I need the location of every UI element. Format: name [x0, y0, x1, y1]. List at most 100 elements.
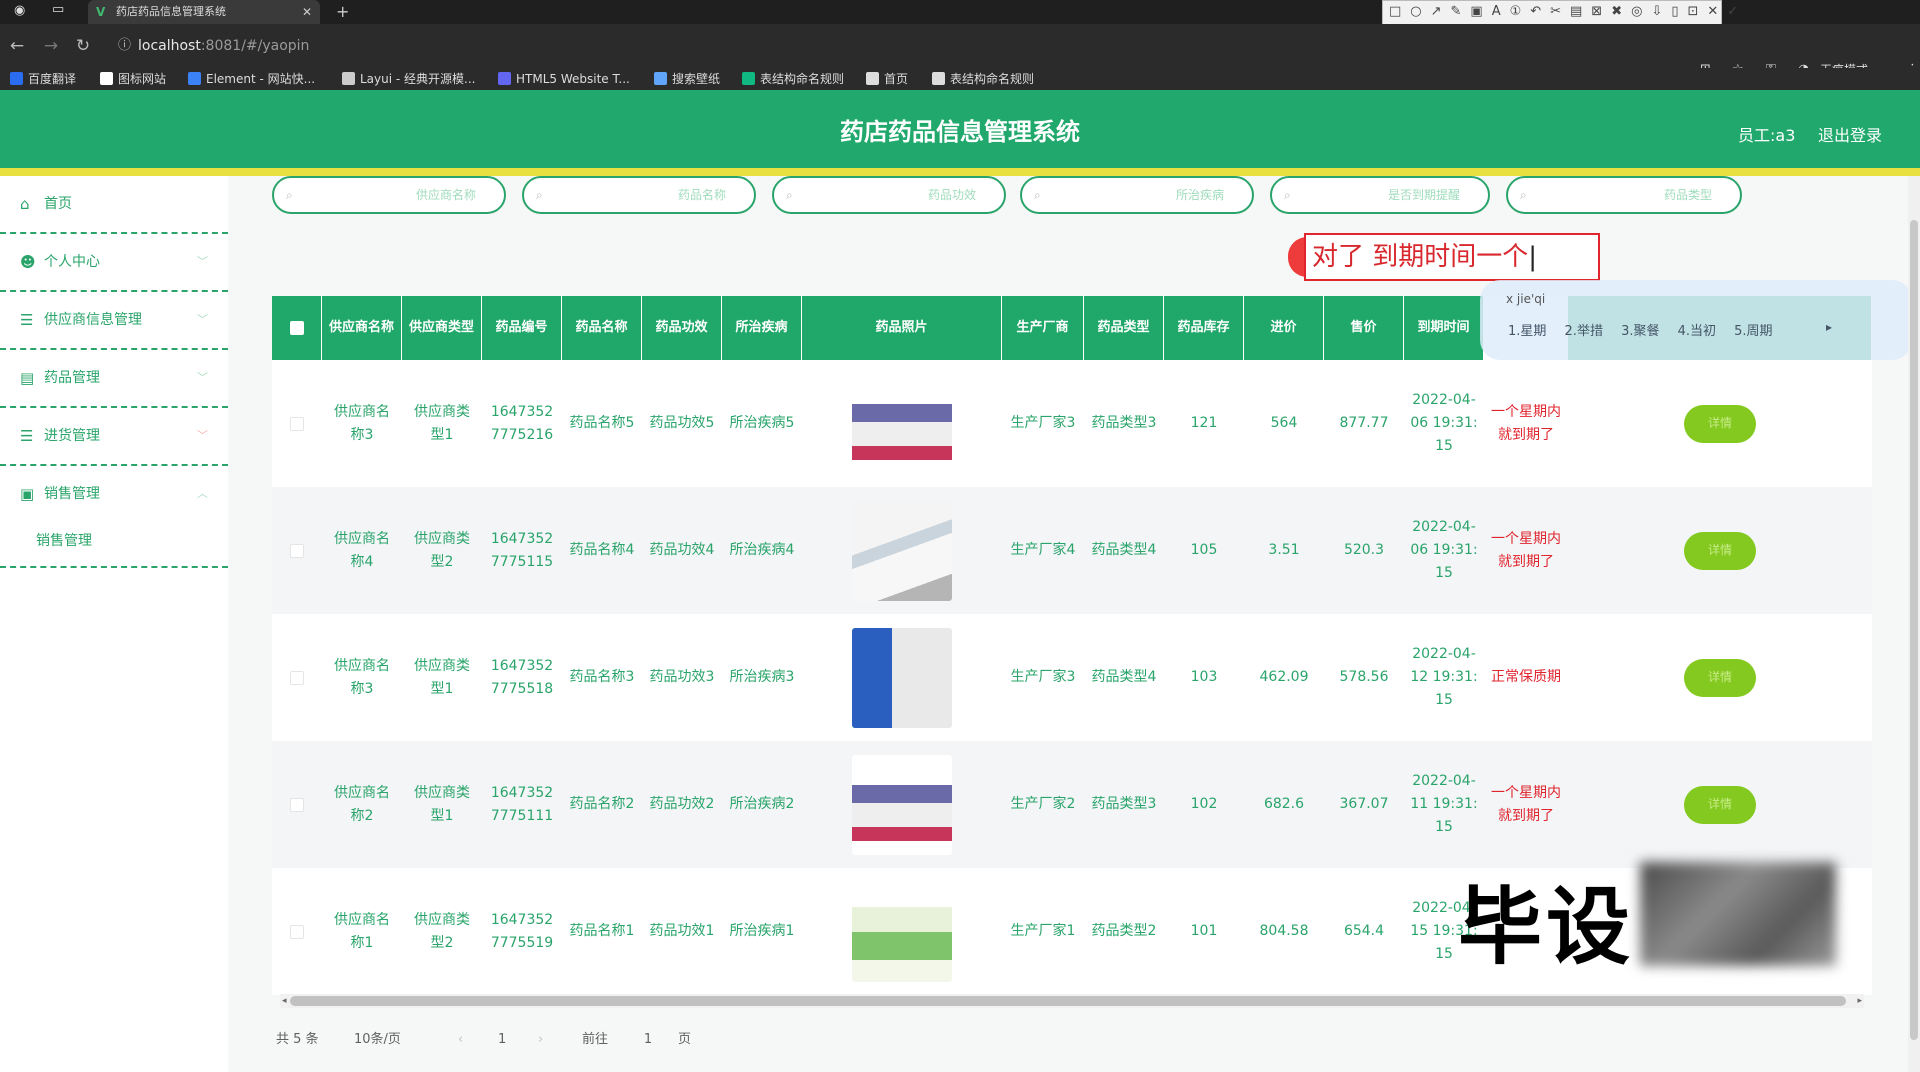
- header-select-all[interactable]: [272, 296, 322, 360]
- page-vertical-scrollbar[interactable]: [1908, 176, 1920, 1072]
- detail-button[interactable]: 详情: [1684, 531, 1756, 570]
- row-checkbox-cell[interactable]: [272, 741, 322, 868]
- drug-photo-cell: [802, 614, 1002, 741]
- tab-title: 药店药品信息管理系统: [116, 5, 226, 18]
- row-checkbox-cell[interactable]: [272, 360, 322, 487]
- drug-photo[interactable]: [852, 754, 952, 855]
- bookmark-item[interactable]: 百度翻译: [10, 68, 76, 90]
- column-header: 售价: [1324, 296, 1404, 360]
- row-checkbox[interactable]: [290, 924, 304, 939]
- detail-button[interactable]: 详情: [1684, 404, 1756, 443]
- page-number[interactable]: 1: [498, 1028, 506, 1052]
- site-info-icon[interactable]: ⓘ: [118, 32, 131, 60]
- close-tab-icon[interactable]: ✕: [302, 0, 312, 24]
- cell-code: 16473527775115: [482, 487, 562, 614]
- drug-photo[interactable]: [852, 881, 952, 982]
- page-size-select[interactable]: 10条/页: [354, 1028, 401, 1052]
- sidebar-item-drugs[interactable]: ▤ 药品管理 ﹀: [0, 350, 228, 408]
- address-bar[interactable]: ⓘ localhost:8081/#/yaopin: [110, 32, 1380, 60]
- search-drug-effect[interactable]: ⌕ 药品功效: [772, 176, 1006, 214]
- total-count: 共 5 条: [276, 1032, 319, 1047]
- browser-menu-icon[interactable]: ◉: [14, 3, 25, 18]
- cell-code: 16473527775518: [482, 614, 562, 741]
- bookmark-item[interactable]: HTML5 Website T...: [498, 68, 630, 90]
- forward-icon[interactable]: →: [40, 34, 62, 58]
- cell-name: 药品名称4: [562, 487, 642, 614]
- watermark-text: 毕设: [1458, 878, 1635, 976]
- sidebar-item-profile[interactable]: ☻ 个人中心 ﹀: [0, 234, 228, 292]
- reload-icon[interactable]: ↻: [72, 34, 94, 58]
- bookmark-item[interactable]: 图标网站: [100, 68, 166, 90]
- cell-effect: 药品功效5: [642, 360, 722, 487]
- drug-photo[interactable]: [852, 373, 952, 474]
- cell-effect: 药品功效1: [642, 868, 722, 995]
- drug-photo-cell: [802, 741, 1002, 868]
- sidebar-item-label: 药品管理: [44, 370, 100, 386]
- sidebar-item-supplier[interactable]: ☰ 供应商信息管理 ﹀: [0, 292, 228, 350]
- scroll-right-icon[interactable]: ▸: [1857, 994, 1862, 1008]
- ime-candidate-panel[interactable]: x jie'qi 1.星期 2.举措 3.聚餐 4.当初 5.周期 ▸: [1480, 280, 1912, 360]
- row-checkbox-cell[interactable]: [272, 868, 322, 995]
- cell-text: 药品名称3: [569, 669, 635, 685]
- search-expire-reminder[interactable]: ⌕ 是否到期提醒: [1270, 176, 1490, 214]
- prev-page-icon[interactable]: ‹: [458, 1028, 463, 1052]
- row-checkbox-cell[interactable]: [272, 614, 322, 741]
- search-icon: ⌕: [786, 188, 793, 202]
- cell-text: 101: [1190, 923, 1218, 939]
- cell-cost: 462.09: [1244, 614, 1324, 741]
- bookmark-label: Layui - 经典开源模...: [360, 72, 476, 86]
- cell-text: 供应商类型2: [414, 911, 470, 951]
- next-page-icon[interactable]: ›: [538, 1028, 543, 1052]
- row-checkbox-cell[interactable]: [272, 487, 322, 614]
- bookmark-item[interactable]: 搜索壁纸: [654, 68, 720, 90]
- goto-page-input[interactable]: 1: [630, 1028, 666, 1052]
- bookmark-item[interactable]: 表结构命名规则: [932, 68, 1034, 90]
- bookmark-favicon-icon: [866, 72, 879, 85]
- cell-supplier: 供应商名称4: [322, 487, 402, 614]
- detail-button-label: 详情: [1707, 416, 1732, 430]
- ime-composition[interactable]: 对了 到期时间一个|: [1304, 233, 1600, 281]
- row-checkbox[interactable]: [290, 416, 304, 431]
- row-checkbox[interactable]: [290, 670, 304, 685]
- row-checkbox[interactable]: [290, 543, 304, 558]
- search-placeholder: 药品类型: [1663, 188, 1712, 202]
- bookmark-item[interactable]: Layui - 经典开源模...: [342, 68, 475, 90]
- sidebar-item-home[interactable]: ⌂ 首页: [0, 176, 228, 234]
- bookmarks-bar: 百度翻译 图标网站 Element - 网站快... Layui - 经典开源模...…: [0, 68, 1920, 90]
- search-drug-type[interactable]: ⌕ 药品类型: [1506, 176, 1742, 214]
- cell-stock: 121: [1164, 360, 1244, 487]
- bookmark-item[interactable]: Element - 网站快...: [188, 68, 315, 90]
- search-drug-name[interactable]: ⌕ 药品名称: [522, 176, 756, 214]
- chevron-down-icon: ﹀: [197, 313, 208, 326]
- drug-photo[interactable]: [852, 627, 952, 728]
- cell-expire: 2022-04-06 19:31:15: [1404, 360, 1484, 487]
- scroll-left-icon[interactable]: ◂: [282, 994, 287, 1008]
- detail-button[interactable]: 详情: [1684, 658, 1756, 697]
- column-header: 进价: [1244, 296, 1324, 360]
- ime-candidates[interactable]: 1.星期 2.举措 3.聚餐 4.当初 5.周期: [1508, 320, 1773, 339]
- annotation-tool-icons[interactable]: □○↗✎▣A①↶✂▤⊠✖◎⇩▯⊡✕✓: [1389, 4, 1747, 19]
- back-icon[interactable]: ←: [6, 34, 28, 58]
- search-disease[interactable]: ⌕ 所治疾病: [1020, 176, 1254, 214]
- logout-link[interactable]: 退出登录: [1818, 122, 1882, 146]
- sidebar-item-purchase[interactable]: ☰ 进货管理 ﹀: [0, 408, 228, 466]
- bookmark-item[interactable]: 表结构命名规则: [742, 68, 844, 90]
- search-supplier-name[interactable]: ⌕ 供应商名称: [272, 176, 506, 214]
- url-path: :8081/#/yaopin: [200, 38, 310, 54]
- scrollbar-thumb[interactable]: [290, 996, 1846, 1006]
- row-checkbox[interactable]: [290, 797, 304, 812]
- new-tab-icon[interactable]: +: [336, 0, 349, 24]
- bookmark-item[interactable]: 首页: [866, 68, 908, 90]
- select-all-checkbox[interactable]: [289, 321, 304, 335]
- scrollbar-thumb[interactable]: [1910, 220, 1918, 1040]
- tab-overview-icon[interactable]: ▭: [52, 2, 64, 17]
- table-horizontal-scrollbar[interactable]: ◂ ▸: [280, 994, 1864, 1008]
- detail-button[interactable]: 详情: [1684, 785, 1756, 824]
- chevron-right-icon[interactable]: ▸: [1826, 320, 1832, 334]
- sidebar-item-label: 个人中心: [44, 254, 100, 270]
- cell-type: 供应商类型1: [402, 360, 482, 487]
- browser-tab[interactable]: V 药店药品信息管理系统 ✕: [88, 0, 320, 24]
- cell-text: 2022-04-06 19:31:15: [1410, 392, 1478, 454]
- drug-photo[interactable]: [852, 500, 952, 601]
- sidebar-subitem-sales[interactable]: 销售管理: [0, 516, 228, 568]
